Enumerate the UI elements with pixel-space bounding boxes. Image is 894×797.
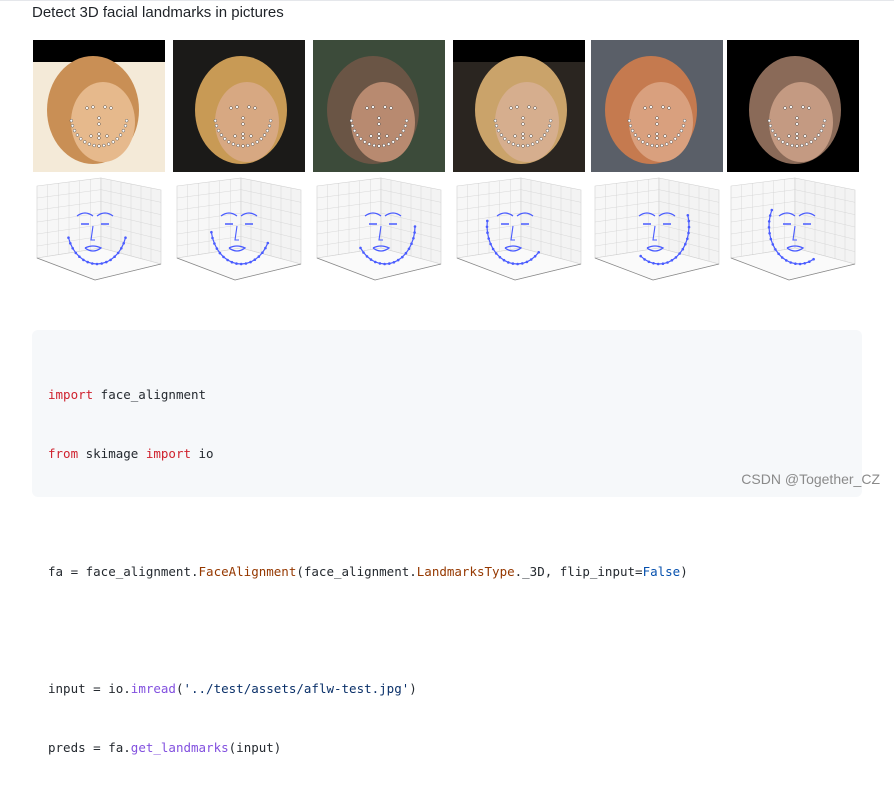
keyword-import: import (48, 387, 94, 403)
boolean-literal: False (642, 563, 681, 579)
face-photo-5 (591, 40, 723, 172)
function-name: get_landmarks (130, 739, 229, 755)
watermark: CSDN @Together_CZ (741, 471, 880, 487)
code-content: import face_alignment from skimage impor… (48, 346, 688, 797)
code-line-7: preds = fa.get_landmarks(input) (48, 738, 688, 758)
code-text: ) (680, 563, 688, 579)
class-name: FaceAlignment (198, 563, 297, 579)
landmark-3d-plot-3 (313, 176, 445, 300)
face-photo-1 (33, 40, 165, 172)
code-text: ) (409, 681, 417, 697)
code-text: (input) (228, 739, 282, 755)
code-line-4: fa = face_alignment.FaceAlignment(face_a… (48, 562, 688, 582)
code-text: ._3D, flip_input= (514, 563, 643, 579)
face-photo-6 (727, 40, 859, 172)
code-line-2: from skimage import io (48, 444, 688, 464)
code-text: skimage (78, 445, 146, 461)
landmark-3d-plot-1 (33, 176, 165, 300)
code-text: input = io. (48, 681, 131, 697)
landmark-3d-plot-5 (591, 176, 723, 300)
class-name: LandmarksType (416, 563, 515, 579)
function-name: imread (130, 681, 176, 697)
landmark-3d-plot-2 (173, 176, 305, 300)
code-line-6: input = io.imread('../test/assets/aflw-t… (48, 679, 688, 699)
code-block: import face_alignment from skimage impor… (32, 330, 862, 755)
code-line-1: import face_alignment (48, 385, 688, 405)
code-text: face_alignment (93, 387, 207, 403)
keyword-from: from (48, 445, 79, 461)
code-text: ( (175, 681, 184, 697)
landmark-3d-plot-4 (453, 176, 585, 300)
code-text: (face_alignment. (296, 563, 417, 579)
face-photo-4 (453, 40, 585, 172)
code-text: io (191, 445, 214, 461)
section-heading: Detect 3D facial landmarks in pictures (32, 4, 284, 21)
code-text: preds = fa. (48, 739, 131, 755)
keyword-import: import (145, 445, 191, 461)
face-photo-2 (173, 40, 305, 172)
landmark-3d-plot-6 (727, 176, 859, 300)
top-divider (0, 0, 894, 1)
code-text: fa = face_alignment. (48, 563, 199, 579)
face-photo-3 (313, 40, 445, 172)
string-literal: '../test/assets/aflw-test.jpg' (183, 681, 410, 697)
